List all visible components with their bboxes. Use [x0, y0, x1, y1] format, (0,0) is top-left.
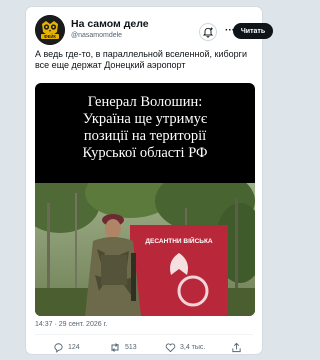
- flag-text: ДЕСАНТНИ ВІЙСЬКА: [145, 236, 213, 245]
- media-headline-line: позиції на території: [83, 128, 207, 144]
- reply-button[interactable]: 124: [53, 340, 80, 354]
- retweet-button[interactable]: 513: [109, 340, 137, 354]
- reply-count: 124: [68, 343, 80, 351]
- notification-bell-button[interactable]: [199, 23, 217, 41]
- tweet-card: ФЕЙК На самом деле @nasamomdele ··· Чита…: [25, 6, 273, 355]
- tweet-timestamp[interactable]: 14:37 · 29 сент. 2026 г.: [35, 321, 107, 328]
- retweet-icon: [111, 342, 119, 352]
- retweet-count: 513: [125, 343, 137, 351]
- media-headline: Генерал Волошин: Україна ще утримує пози…: [35, 94, 255, 162]
- share-icon: [232, 342, 241, 352]
- like-count: 3,4 тыс.: [180, 343, 206, 351]
- owl-logo-icon: ФЕЙК: [35, 15, 65, 45]
- like-button[interactable]: 3,4 тыс.: [165, 340, 205, 354]
- reply-icon: [54, 342, 63, 353]
- tweet-actions: 124 513 3,4 тыс.: [35, 340, 253, 354]
- avatar-badge-text: ФЕЙК: [44, 34, 56, 39]
- tweet-text: А ведь где-то, в параллельной вселенной,…: [35, 49, 247, 70]
- author-handle[interactable]: @nasamomdele: [71, 32, 122, 39]
- media-headline-line: Генерал Волошин:: [87, 94, 203, 110]
- bell-plus-icon: [202, 27, 214, 38]
- media-headline-line: Курської області РФ: [82, 145, 208, 161]
- author-name[interactable]: На самом деле: [71, 18, 149, 30]
- heart-icon: [165, 343, 176, 352]
- soldier-photo: ДЕСАНТНИ ВІЙСЬКА: [35, 183, 255, 316]
- tweet-header: ФЕЙК На самом деле @nasamomdele ··· Чита…: [35, 15, 273, 45]
- divider: [35, 334, 253, 335]
- share-button[interactable]: [231, 340, 242, 354]
- media-headline-line: Україна ще утримує: [82, 111, 208, 127]
- avatar[interactable]: ФЕЙК: [35, 15, 65, 45]
- tweet-media[interactable]: Генерал Волошин: Україна ще утримує пози…: [35, 83, 255, 316]
- follow-button[interactable]: Читать: [233, 23, 273, 39]
